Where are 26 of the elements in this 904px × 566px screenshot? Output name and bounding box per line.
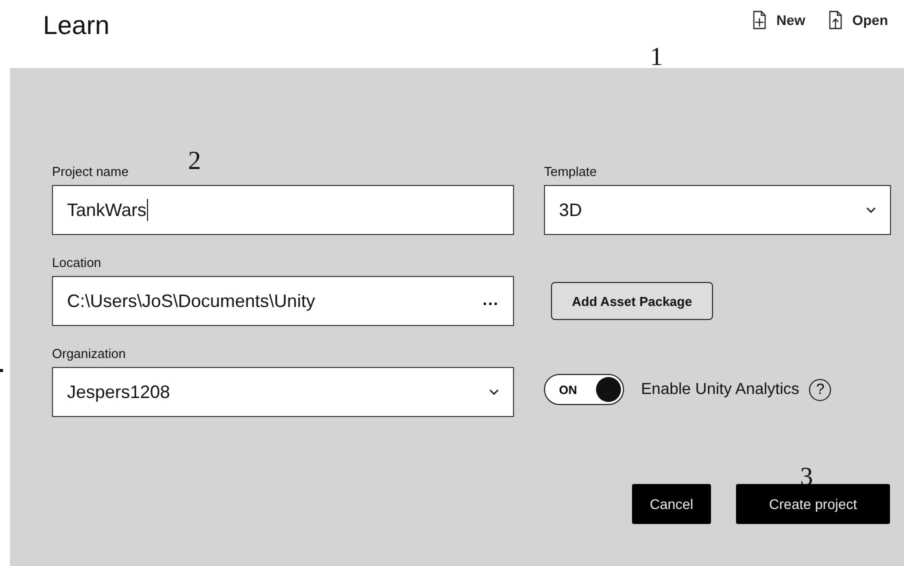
dot-mark	[0, 369, 3, 372]
analytics-label: Enable Unity Analytics	[641, 380, 800, 398]
location-field[interactable]: C:\Users\JoS\Documents\Unity ...	[52, 276, 514, 326]
help-button[interactable]: ?	[809, 378, 832, 400]
upload-file-icon	[827, 10, 844, 30]
open-button[interactable]: Open	[827, 10, 888, 30]
analytics-toggle[interactable]: ON	[544, 374, 624, 405]
project-name-field[interactable]: TankWars	[52, 185, 514, 235]
create-project-button[interactable]: Create project	[736, 484, 890, 524]
field-label: Project name	[52, 164, 130, 179]
field-label: Location	[52, 255, 102, 270]
cancel-button[interactable]: Cancel	[632, 484, 711, 524]
callout-number: 1	[650, 42, 663, 72]
field-label: Template	[544, 164, 598, 179]
callout-number: 2	[188, 146, 201, 176]
chevron-down-icon	[489, 389, 499, 395]
organization-dropdown[interactable]: Jespers1208	[52, 367, 514, 417]
new-file-icon	[751, 10, 768, 30]
add-asset-package-button[interactable]: Add Asset Package	[551, 282, 713, 320]
browse-button[interactable]: ...	[482, 292, 499, 310]
text-cursor	[147, 199, 148, 221]
page-title: Learn	[43, 10, 110, 41]
field-label: Organization	[52, 346, 127, 361]
template-dropdown[interactable]: 3D	[544, 185, 891, 235]
new-button[interactable]: New	[751, 10, 806, 30]
chevron-down-icon	[866, 207, 876, 213]
